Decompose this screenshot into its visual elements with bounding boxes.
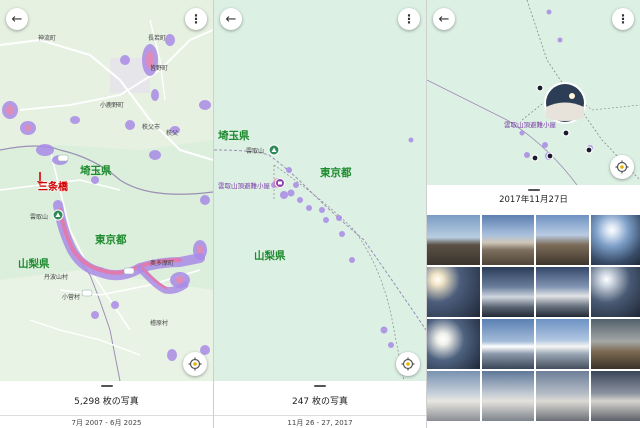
photo-thumbnail[interactable] — [536, 371, 589, 421]
place-label: 長若町 — [148, 35, 167, 42]
photo-thumbnail[interactable] — [590, 319, 640, 369]
sheet-handle[interactable] — [314, 385, 326, 387]
prefecture-label-yamanashi: 山梨県 — [254, 250, 286, 262]
photo-thumbnail[interactable] — [536, 319, 589, 369]
bottom-sheet[interactable]: 247 枚の写真 11月 26 - 27, 2017 — [214, 381, 426, 428]
photo-thumbnail[interactable] — [481, 371, 534, 421]
photo-thumbnail[interactable] — [427, 371, 480, 421]
place-label: 小鹿野町 — [100, 102, 125, 109]
photo-thumbnail[interactable] — [481, 215, 534, 265]
my-location-icon — [615, 160, 629, 174]
photo-thumbnail[interactable] — [427, 267, 480, 317]
date-range: 11月 26 - 27, 2017 — [287, 419, 353, 427]
photo-thumbnail[interactable] — [481, 267, 534, 317]
place-label: 秩父市 — [142, 124, 161, 131]
my-location-icon — [401, 357, 415, 371]
map-panel-route: 雲取山 雲取山頂避難小屋 埼玉県 東京都 山梨県 ← ⋮ 247 枚の写真 11… — [214, 0, 426, 428]
place-label: 皆野町 — [150, 65, 169, 72]
sheet-handle[interactable] — [527, 189, 540, 191]
photo-thumbnail[interactable] — [481, 319, 534, 369]
arrow-back-icon: ← — [438, 11, 450, 27]
photo-thumbnail[interactable] — [536, 267, 589, 317]
map-canvas[interactable] — [427, 0, 640, 185]
my-location-icon — [188, 357, 202, 371]
prefecture-label-saitama: 埼玉県 — [80, 165, 112, 177]
locate-button[interactable] — [610, 155, 634, 179]
locate-button[interactable] — [183, 352, 207, 376]
date-range: 7月 2007 - 6月 2025 — [71, 419, 142, 427]
hut-label: 雲取山頂避難小屋 — [218, 182, 270, 190]
map-panel-photos: 雲取山頂避難小屋 ← ⋮ 2017年11月27日 — [427, 0, 640, 428]
place-label: 神流町 — [38, 35, 57, 42]
photo-grid — [427, 215, 640, 421]
photo-thumbnail[interactable] — [427, 215, 480, 265]
more-vert-icon: ⋮ — [190, 12, 202, 26]
more-vert-icon: ⋮ — [403, 12, 415, 26]
place-label: 小菅村 — [62, 294, 81, 301]
photo-thumbnail[interactable] — [536, 215, 589, 265]
prefecture-label-saitama: 埼玉県 — [218, 130, 250, 142]
map-canvas[interactable] — [214, 0, 426, 381]
more-vert-icon: ⋮ — [617, 12, 629, 26]
map-panel-overview: 神流町 長若町 皆野町 小鹿野町 秩父市 秩父 雲取山 奥多摩町 丹波山村 小菅… — [0, 0, 213, 428]
locate-button[interactable] — [396, 352, 420, 376]
divider — [0, 415, 213, 416]
more-options-button[interactable]: ⋮ — [612, 8, 634, 30]
photo-thumbnail[interactable] — [590, 267, 640, 317]
place-label: 奥多摩町 — [150, 260, 175, 267]
landmark-label: 三条橋 — [38, 182, 68, 193]
photo-count: 247 枚の写真 — [291, 397, 349, 407]
prefecture-label-yamanashi: 山梨県 — [18, 258, 50, 270]
photo-thumbnail[interactable] — [590, 371, 640, 421]
more-options-button[interactable]: ⋮ — [398, 8, 420, 30]
prefecture-label-tokyo: 東京都 — [320, 167, 352, 179]
back-button[interactable]: ← — [6, 8, 28, 30]
sheet-handle[interactable] — [100, 385, 113, 387]
back-button[interactable]: ← — [433, 8, 455, 30]
divider — [214, 415, 426, 416]
place-label: 雲取山 — [246, 148, 265, 155]
arrow-back-icon: ← — [11, 11, 23, 27]
place-label: 雲取山 — [30, 214, 49, 221]
photo-thumbnail[interactable] — [590, 215, 640, 265]
photo-count: 5,298 枚の写真 — [74, 397, 139, 407]
place-label: 檜原村 — [150, 320, 169, 327]
prefecture-label-tokyo: 東京都 — [95, 234, 127, 246]
bottom-sheet[interactable]: 5,298 枚の写真 7月 2007 - 6月 2025 — [0, 381, 213, 428]
place-label: 丹波山村 — [44, 274, 69, 281]
back-button[interactable]: ← — [220, 8, 242, 30]
place-label: 秩父 — [166, 130, 179, 137]
more-options-button[interactable]: ⋮ — [185, 8, 207, 30]
date-header: 2017年11月27日 — [499, 195, 568, 205]
map-canvas[interactable] — [0, 0, 213, 381]
arrow-back-icon: ← — [225, 11, 237, 27]
hut-label: 雲取山頂避難小屋 — [504, 121, 556, 129]
photo-thumbnail[interactable] — [427, 319, 480, 369]
